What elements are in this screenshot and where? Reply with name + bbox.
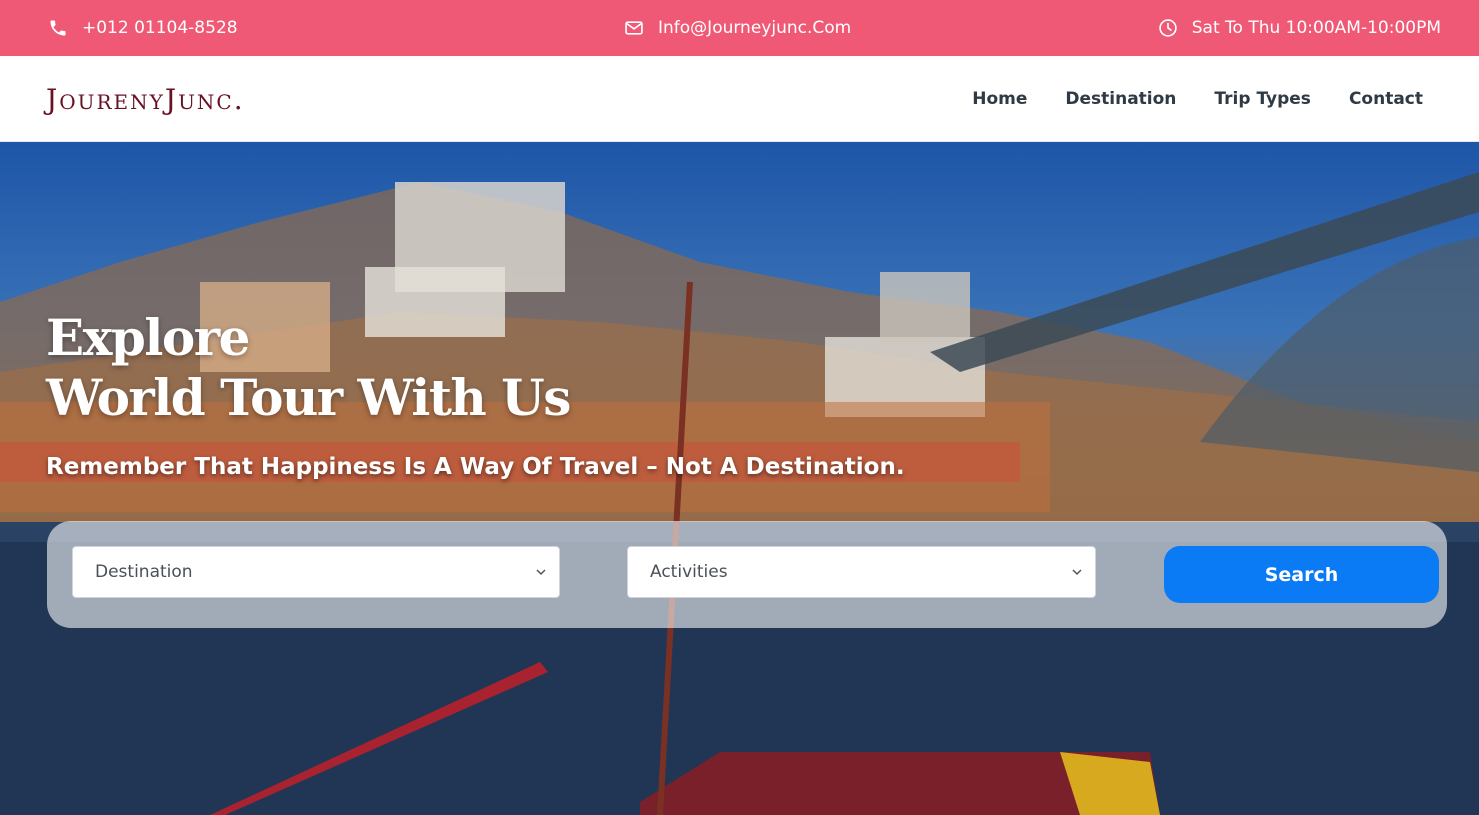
- nav-item-destination[interactable]: Destination: [1065, 89, 1176, 109]
- site-logo[interactable]: JourenyJunc.: [46, 56, 245, 142]
- hero-subtitle: Remember That Happiness Is A Way Of Trav…: [46, 454, 905, 480]
- email-contact[interactable]: Info@Journeyjunc.Com: [624, 0, 851, 56]
- nav-item-contact[interactable]: Contact: [1349, 89, 1423, 109]
- phone-number: +012 01104-8528: [82, 18, 238, 38]
- nav-menu: Home Destination Trip Types Contact: [972, 56, 1423, 142]
- chevron-down-icon: [536, 569, 546, 576]
- envelope-icon: [624, 18, 644, 38]
- destination-select-value: Destination: [95, 562, 193, 582]
- hero-title-line2: World Tour With Us: [46, 368, 571, 427]
- phone-contact[interactable]: +012 01104-8528: [48, 0, 238, 56]
- search-button[interactable]: Search: [1164, 546, 1439, 603]
- main-navbar: JourenyJunc. Home Destination Trip Types…: [0, 56, 1479, 142]
- nav-item-home[interactable]: Home: [972, 89, 1027, 109]
- opening-hours: Sat To Thu 10:00AM-10:00PM: [1158, 0, 1441, 56]
- hero-title: Explore World Tour With Us: [46, 308, 766, 428]
- search-panel: Destination Activities Search: [47, 521, 1447, 628]
- activities-select[interactable]: Activities: [627, 546, 1096, 598]
- destination-select[interactable]: Destination: [72, 546, 560, 598]
- chevron-down-icon: [1072, 569, 1082, 576]
- hours-text: Sat To Thu 10:00AM-10:00PM: [1191, 18, 1441, 38]
- hero-section: Explore World Tour With Us Remember That…: [0, 142, 1479, 815]
- hero-title-line1: Explore: [46, 308, 250, 367]
- top-info-bar: +012 01104-8528 Info@Journeyjunc.Com Sat…: [0, 0, 1479, 56]
- activities-select-value: Activities: [650, 562, 728, 582]
- email-address: Info@Journeyjunc.Com: [658, 18, 852, 38]
- phone-icon: [48, 18, 68, 38]
- nav-item-trip-types[interactable]: Trip Types: [1214, 89, 1311, 109]
- clock-icon: [1158, 18, 1178, 38]
